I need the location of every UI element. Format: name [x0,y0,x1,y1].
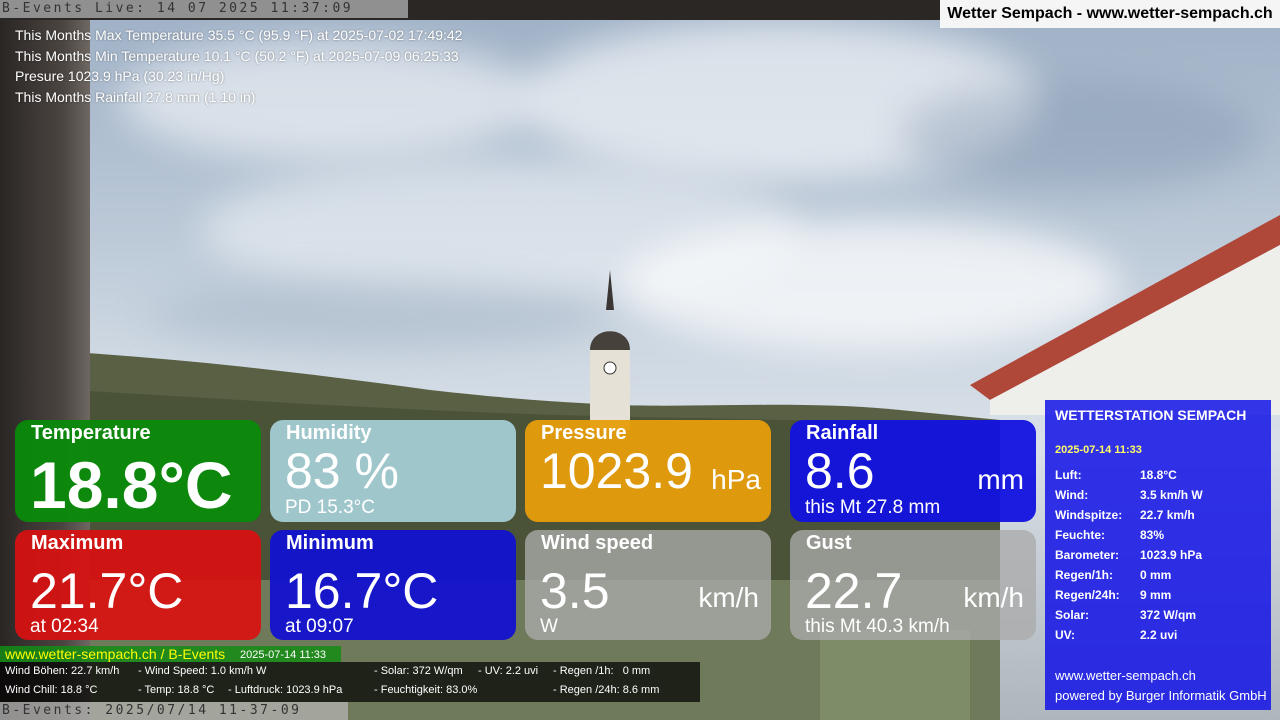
gust-month: this Mt 40.3 km/h [805,616,950,637]
rainfall-stat: This Months Rainfall 27.8 mm (1.10 in) [15,88,256,105]
tile-label: Temperature [31,422,151,444]
ticker-temp: - Temp: 18.8 °C [138,684,215,696]
max-temp-stat: This Months Max Temperature 35.5 °C (95.… [15,27,463,43]
row-value: 372 W/qm [1140,608,1197,622]
live-timestamp: B-Events Live: 14 07 2025 11:37:09 [0,0,408,18]
pressure-stat: Presure 1023.9 hPa (30.23 in/Hg) [15,68,225,84]
ticker-solar: - Solar: 372 W/qm [374,665,463,677]
row-value: 2.2 uvi [1140,628,1178,642]
min-temp-stat: This Months Min Temperature 10.1 °C (50.… [15,47,459,64]
tile-label: Minimum [286,532,374,554]
weather-ticker: Wind Böhen: 22.7 km/h - Wind Speed: 1.0 … [0,662,700,702]
ticker-uv: - UV: 2.2 uvi [478,665,539,677]
rainfall-value: 8.6 [805,443,875,499]
row-key: Luft: [1055,468,1082,482]
rainfall-tile: Rainfall 8.6 mm this Mt 27.8 mm [790,420,1036,522]
humidity-value: 83 % [285,443,399,499]
station-url: www.wetter-sempach.ch [1055,668,1196,683]
ticker-site: www.wetter-sempach.ch / B-Events [5,646,226,662]
dewpoint-value: PD 15.3°C [285,497,375,518]
ticker-rain-24h: - Regen /24h: 8.6 mm [553,684,660,696]
row-value: 0 mm [1140,568,1172,582]
temperature-value: 18.8°C [30,448,233,522]
wind-speed-tile: Wind speed 3.5 km/h W [525,530,771,640]
tile-label: Maximum [31,532,124,554]
station-datetime: 2025-07-14 11:33 [1055,444,1142,456]
row-key: Wind: [1055,488,1089,502]
ticker-humidity: - Feuchtigkeit: 83.0% [374,684,478,696]
maximum-value: 21.7°C [30,563,184,619]
pressure-value: 1023.9 [540,443,693,499]
row-key: Feuchte: [1055,528,1106,542]
bottom-timestamp: B-Events: 2025/07/14 11-37-09 [0,702,348,720]
row-value: 18.8°C [1140,468,1177,482]
tile-label: Pressure [541,422,627,444]
pressure-tile: Pressure 1023.9 hPa [525,420,771,522]
row-key: UV: [1055,628,1076,642]
tile-label: Gust [806,532,852,554]
minimum-time: at 09:07 [285,616,354,637]
wind-speed-value: 3.5 [540,563,610,619]
ticker-wind-speed: - Wind Speed: 1.0 km/h W [138,665,267,677]
row-value: 3.5 km/h W [1140,488,1203,502]
row-value: 1023.9 hPa [1140,548,1203,562]
powered-by: powered by Burger Informatik GmbH [1055,688,1267,703]
ticker-header: www.wetter-sempach.ch / B-Events 2025-07… [0,646,341,662]
gust-value: 22.7 [805,563,903,619]
row-value: 22.7 km/h [1140,508,1195,522]
site-title: Wetter Sempach - www.wetter-sempach.ch [940,0,1280,28]
gust-tile: Gust 22.7 km/h this Mt 40.3 km/h [790,530,1036,640]
rainfall-month: this Mt 27.8 mm [805,497,941,518]
tile-label: Humidity [286,422,372,444]
row-value: 83% [1140,528,1165,542]
maximum-tile: Maximum 21.7°C at 02:34 [15,530,261,640]
ticker-rain-1h: - Regen /1h: 0 mm [553,665,651,677]
row-key: Regen/24h: [1055,588,1120,602]
wind-speed-unit: km/h [698,582,759,613]
minimum-tile: Minimum 16.7°C at 09:07 [270,530,516,640]
row-key: Regen/1h: [1055,568,1114,582]
minimum-value: 16.7°C [285,563,439,619]
row-key: Barometer: [1055,548,1120,562]
station-panel: WETTERSTATION SEMPACH 2025-07-14 11:33 L… [1045,400,1271,710]
rainfall-unit: mm [977,464,1024,495]
maximum-time: at 02:34 [30,616,99,637]
humidity-tile: Humidity 83 % PD 15.3°C [270,420,516,522]
station-title: WETTERSTATION SEMPACH [1055,407,1247,423]
temperature-tile: Temperature 18.8°C [15,420,261,522]
pressure-unit: hPa [711,464,761,495]
tile-label: Wind speed [541,532,654,554]
monthly-stats: This Months Max Temperature 35.5 °C (95.… [15,25,463,107]
wind-direction: W [540,616,558,637]
ticker-wind-chill: Wind Chill: 18.8 °C [5,684,98,696]
ticker-datetime: 2025-07-14 11:33 [240,649,327,661]
gust-unit: km/h [963,582,1024,613]
tile-label: Rainfall [806,422,879,444]
row-value: 9 mm [1140,588,1172,602]
row-key: Solar: [1055,608,1090,622]
row-key: Windspitze: [1055,508,1123,522]
ticker-wind-gusts: Wind Böhen: 22.7 km/h [5,665,120,677]
ticker-pressure: - Luftdruck: 1023.9 hPa [228,684,343,696]
